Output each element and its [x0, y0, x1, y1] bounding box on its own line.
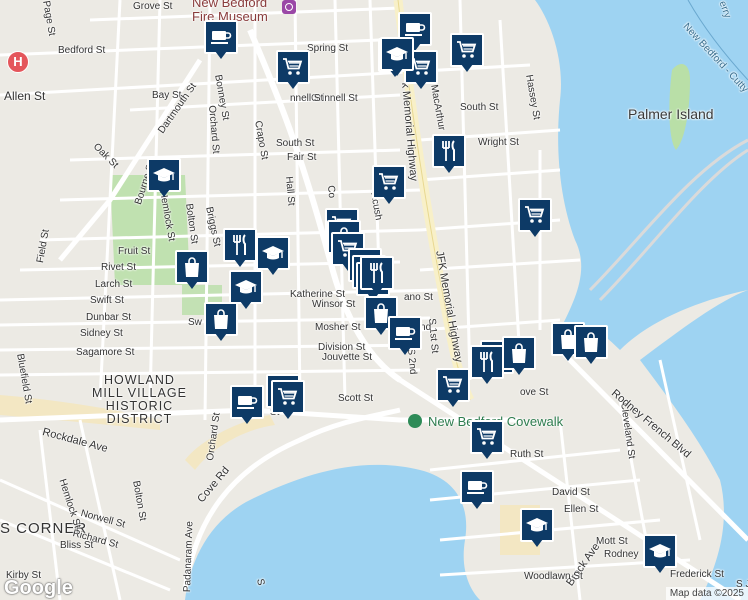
street-label: Rivet St — [101, 262, 137, 273]
marker-tip — [471, 501, 483, 509]
marker-tip — [443, 165, 455, 173]
street-label: Wright St — [478, 137, 519, 148]
map-marker[interactable] — [450, 33, 484, 75]
map-marker[interactable] — [360, 256, 394, 298]
google-logo: Google — [4, 577, 73, 599]
marker-tip — [375, 327, 387, 335]
map-marker[interactable] — [520, 508, 554, 550]
marker-tip — [562, 353, 574, 361]
street-label: Co — [325, 184, 338, 199]
street-label: Ruth St — [510, 449, 544, 460]
marker-tip — [186, 281, 198, 289]
museum-icon[interactable] — [282, 0, 296, 14]
map-marker[interactable] — [502, 336, 536, 378]
street-label: Swift St — [90, 295, 124, 306]
marker-tip — [654, 565, 666, 573]
street-label: S — [254, 577, 267, 587]
marker-tip — [529, 229, 541, 237]
street-label: Allen St — [4, 89, 46, 103]
marker-tip — [391, 68, 403, 76]
marker-tip — [415, 81, 427, 89]
marker-tip — [481, 451, 493, 459]
map-marker[interactable] — [204, 302, 238, 344]
street-label: Jouvette St — [322, 352, 373, 363]
marker-tip — [371, 287, 383, 295]
street-label: Sagamore St — [76, 347, 135, 358]
map-marker[interactable] — [388, 316, 422, 358]
map-marker[interactable] — [436, 368, 470, 410]
map-marker[interactable] — [460, 470, 494, 512]
street-label: Fair St — [287, 152, 317, 163]
marker-tip — [158, 189, 170, 197]
marker-tip — [461, 64, 473, 72]
map-marker[interactable] — [470, 420, 504, 462]
map-marker[interactable] — [432, 134, 466, 176]
map-marker[interactable] — [574, 325, 608, 367]
map-marker[interactable] — [518, 198, 552, 240]
marker-tip — [513, 367, 525, 375]
marker-tip — [241, 416, 253, 424]
island-label: Palmer Island — [628, 106, 714, 122]
street-label: Ellen St — [564, 504, 599, 515]
marker-tip — [215, 333, 227, 341]
map-marker[interactable] — [372, 165, 406, 207]
street-label: Sw — [188, 317, 202, 328]
street-label: Grove St — [133, 1, 173, 12]
street-label: Mott St — [596, 536, 628, 547]
street-label: Fruit St — [118, 246, 151, 257]
marker-tip — [399, 347, 411, 355]
marker-tip — [531, 539, 543, 547]
map-marker[interactable] — [380, 37, 414, 79]
map-attribution[interactable]: Map data ©2025 — [665, 587, 748, 600]
street-label: Winsor St — [312, 299, 356, 310]
map-marker[interactable] — [470, 345, 504, 387]
marker-tip — [215, 51, 227, 59]
marker-tip — [481, 376, 493, 384]
street-label: nnell St — [290, 93, 324, 104]
marker-tip — [287, 81, 299, 89]
map-canvas[interactable]: H New Bedford Fire Museum Palmer Island … — [0, 0, 748, 600]
street-label: Woodlawn St — [524, 571, 583, 582]
marker-tip — [267, 267, 279, 275]
map-marker[interactable] — [276, 50, 310, 92]
street-label: Bedford St — [58, 45, 106, 56]
street-label: South St — [276, 138, 315, 149]
marker-tip — [447, 399, 459, 407]
map-marker[interactable] — [175, 250, 209, 292]
street-label: Dunbar St — [86, 312, 132, 323]
street-label: Sidney St — [80, 328, 123, 339]
map-marker[interactable] — [271, 380, 305, 422]
map-marker[interactable] — [204, 20, 238, 62]
street-label: Hall St — [283, 175, 297, 207]
street-label: David St — [552, 487, 590, 498]
street-label: ano St — [404, 292, 433, 303]
map-marker[interactable] — [147, 158, 181, 200]
street-label: Rodney — [604, 549, 639, 560]
street-label: Mosher St — [315, 322, 361, 333]
street-label: Bliss St — [60, 540, 94, 551]
street-label: Spring St — [307, 43, 349, 54]
map-marker[interactable] — [223, 228, 257, 270]
street-label: ove St — [520, 387, 549, 398]
street-label: Frederick St — [670, 569, 724, 580]
district-label: HOWLAND MILL VILLAGE HISTORIC DISTRICT — [92, 373, 187, 427]
marker-tip — [383, 196, 395, 204]
street-label: South St — [460, 102, 499, 113]
marker-tip — [240, 301, 252, 309]
street-label: Larch St — [95, 279, 133, 290]
map-marker[interactable] — [230, 385, 264, 427]
marker-tip — [234, 259, 246, 267]
street-label: Scott St — [338, 393, 374, 404]
map-marker[interactable] — [643, 534, 677, 576]
marker-tip — [585, 356, 597, 364]
park-pin-icon[interactable] — [408, 414, 422, 428]
hospital-icon[interactable]: H — [7, 51, 29, 73]
marker-tip — [282, 411, 294, 419]
